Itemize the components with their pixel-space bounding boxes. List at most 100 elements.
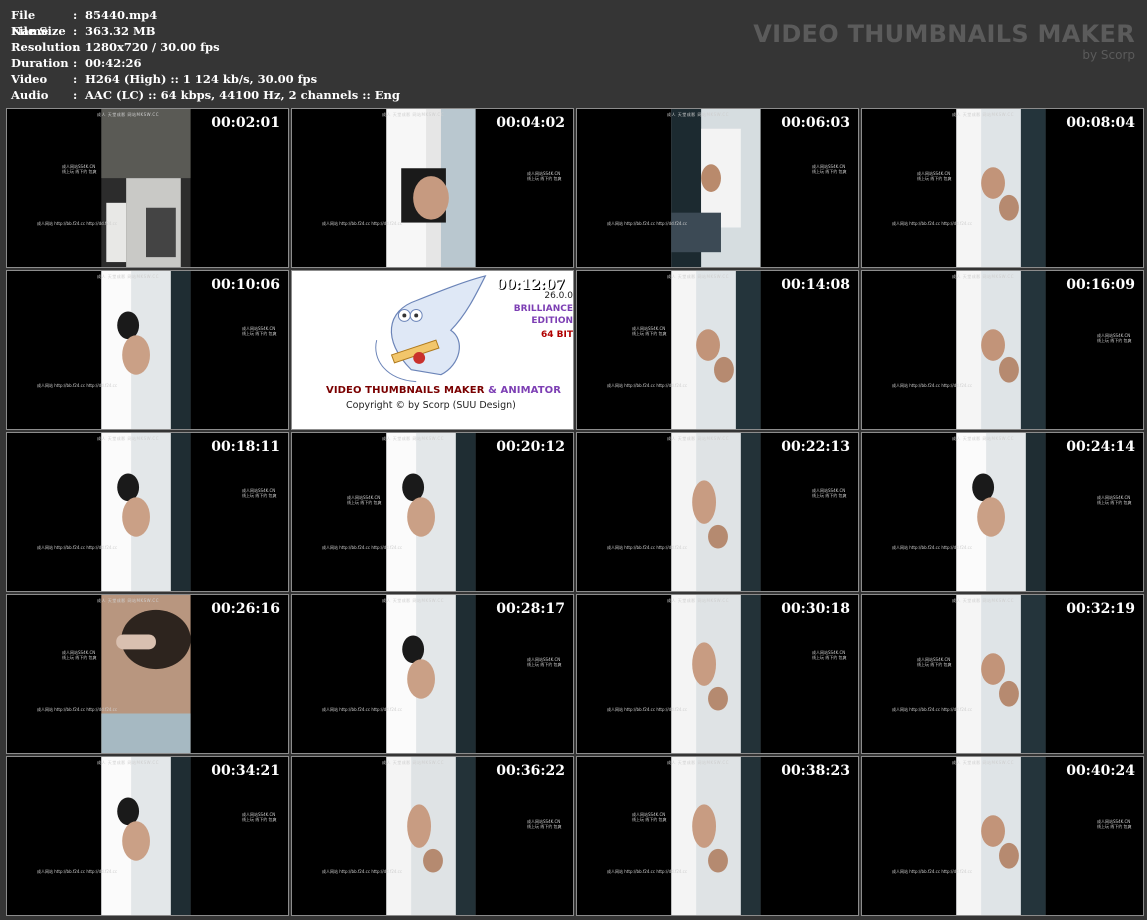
- thumbnail[interactable]: 成人 天堂成影 网站MKSW.CC 成人网站SS4K.CN 线上玩 线下约 包爽…: [6, 432, 289, 592]
- watermark-bottom: 成人网站 http://bb.f24.cc http://dd.f24.cc: [892, 545, 973, 550]
- thumbnail[interactable]: 成人 天堂成影 网站MKSW.CC 成人网站SS4K.CN 线上玩 线下约 包爽…: [861, 756, 1144, 916]
- timestamp: 00:06:03: [781, 115, 850, 131]
- watermark-top: 成人 天堂成影 网站MKSW.CC: [952, 274, 1015, 279]
- watermark-middle: 成人网站SS4K.CN 线上玩 线下约 包爽: [242, 812, 277, 822]
- thumbnail[interactable]: 成人 天堂成影 网站MKSW.CC 成人网站SS4K.CN 线上玩 线下约 包爽…: [576, 756, 859, 916]
- watermark-middle-line-2: 线上玩 线下约 包爽: [812, 493, 847, 498]
- watermark-top: 成人 天堂成影 网站MKSW.CC: [952, 760, 1015, 765]
- timestamp: 00:38:23: [781, 763, 850, 779]
- file-info-value: 85440.mp4: [85, 8, 158, 22]
- thumbnail[interactable]: 成人 天堂成影 网站MKSW.CC 成人网站SS4K.CN 线上玩 线下约 包爽…: [6, 756, 289, 916]
- video-frame: [7, 109, 288, 267]
- watermark-middle-line-2: 线上玩 线下约 包爽: [62, 655, 97, 660]
- watermark-middle: 成人网站SS4K.CN 线上玩 线下约 包爽: [1097, 819, 1132, 829]
- timestamp: 00:32:19: [1066, 601, 1135, 617]
- file-info-value: 363.32 MB: [85, 24, 156, 38]
- timestamp: 00:04:02: [496, 115, 565, 131]
- timestamp: 00:08:04: [1066, 115, 1135, 131]
- thumbnail[interactable]: 成人 天堂成影 网站MKSW.CC 成人网站SS4K.CN 线上玩 线下约 包爽…: [291, 108, 574, 268]
- file-info-value: 00:42:26: [85, 56, 142, 70]
- watermark-bottom: 成人网站 http://bb.f24.cc http://dd.f24.cc: [322, 869, 403, 874]
- timestamp: 00:26:16: [211, 601, 280, 617]
- thumbnail[interactable]: 成人 天堂成影 网站MKSW.CC 成人网站SS4K.CN 线上玩 线下约 包爽…: [291, 756, 574, 916]
- thumbnail[interactable]: 成人 天堂成影 网站MKSW.CC 成人网站SS4K.CN 线上玩 线下约 包爽…: [576, 594, 859, 754]
- file-info-row: Audio: AAC (LC) :: 64 kbps, 44100 Hz, 2 c…: [11, 87, 400, 103]
- file-info: File Name:85440.mp4 File Size:363.32 MB Re…: [11, 7, 400, 103]
- video-frame: [292, 433, 573, 591]
- watermark-top: 成人 天堂成影 网站MKSW.CC: [382, 598, 445, 603]
- video-frame: [862, 109, 1143, 267]
- thumbnail[interactable]: 成人 天堂成影 网站MKSW.CC 成人网站SS4K.CN 线上玩 线下约 包爽…: [861, 432, 1144, 592]
- file-info-label: Duration: [11, 56, 69, 70]
- logo-bitness: 64 BIT: [540, 330, 573, 340]
- watermark-top: 成人 天堂成影 网站MKSW.CC: [952, 112, 1015, 117]
- watermark-bottom: 成人网站 http://bb.f24.cc http://dd.f24.cc: [607, 707, 688, 712]
- logo-title-animator: & ANIMATOR: [484, 385, 562, 396]
- timestamp: 00:16:09: [1066, 277, 1135, 293]
- timestamp: 00:22:13: [781, 439, 850, 455]
- video-frame: [862, 757, 1143, 915]
- watermark-top: 成人 天堂成影 网站MKSW.CC: [667, 598, 730, 603]
- thumbnail[interactable]: 成人 天堂成影 网站MKSW.CC 成人网站SS4K.CN 线上玩 线下约 包爽…: [291, 432, 574, 592]
- watermark-middle-line-2: 线上玩 线下约 包爽: [527, 662, 562, 667]
- brand-subtitle: by Scorp: [1082, 48, 1135, 62]
- thumbnail[interactable]: 成人 天堂成影 网站MKSW.CC 成人网站SS4K.CN 线上玩 线下约 包爽…: [861, 594, 1144, 754]
- timestamp: 00:40:24: [1066, 763, 1135, 779]
- watermark-top: 成人 天堂成影 网站MKSW.CC: [97, 760, 160, 765]
- timestamp: 00:28:17: [496, 601, 565, 617]
- logo-edition-line-2: EDITION: [531, 316, 573, 326]
- file-info-value: H264 (High) :: 1 124 kb/s, 30.00 fps: [85, 72, 318, 86]
- thumbnail[interactable]: 成人 天堂成影 网站MKSW.CC 成人网站SS4K.CN 线上玩 线下约 包爽…: [861, 108, 1144, 268]
- watermark-middle-line-2: 线上玩 线下约 包爽: [632, 331, 667, 336]
- logo-copyright: Copyright © by Scorp (SUU Design): [346, 400, 516, 411]
- brand: VIDEO THUMBNAILS MAKER by Scorp: [753, 20, 1135, 62]
- watermark-middle-line-2: 线上玩 线下约 包爽: [812, 655, 847, 660]
- colon-separator: :: [73, 40, 78, 54]
- watermark-middle: 成人网站SS4K.CN 线上玩 线下约 包爽: [527, 657, 562, 667]
- thumbnail[interactable]: 成人 天堂成影 网站MKSW.CC 成人网站SS4K.CN 线上玩 线下约 包爽…: [6, 108, 289, 268]
- thumbnail[interactable]: 成人 天堂成影 网站MKSW.CC 成人网站SS4K.CN 线上玩 线下约 包爽…: [291, 594, 574, 754]
- file-info-row: Resolution:1280x720 / 30.00 fps: [11, 39, 400, 55]
- timestamp: 00:24:14: [1066, 439, 1135, 455]
- watermark-bottom: 成人网站 http://bb.f24.cc http://dd.f24.cc: [37, 869, 118, 874]
- video-frame: [577, 109, 858, 267]
- watermark-middle: 成人网站SS4K.CN 线上玩 线下约 包爽: [1097, 333, 1132, 343]
- timestamp: 00:34:21: [211, 763, 280, 779]
- file-info-row: Video: H264 (High) :: 1 124 kb/s, 30.00 f…: [11, 71, 400, 87]
- watermark-top: 成人 天堂成影 网站MKSW.CC: [667, 760, 730, 765]
- video-frame: [7, 271, 288, 429]
- thumbnail[interactable]: 成人 天堂成影 网站MKSW.CC 成人网站SS4K.CN 线上玩 线下约 包爽…: [6, 270, 289, 430]
- watermark-middle-line-2: 线上玩 线下约 包爽: [1097, 338, 1132, 343]
- file-info-label: File Size: [11, 24, 66, 38]
- watermark-middle: 成人网站SS4K.CN 线上玩 线下约 包爽: [242, 326, 277, 336]
- watermark-middle-line-2: 线上玩 线下约 包爽: [527, 176, 562, 181]
- thumbnail[interactable]: VIDEO THUMBNAILS MAKER & ANIMATOR Copyri…: [291, 270, 574, 430]
- file-info-value: AAC (LC) :: 64 kbps, 44100 Hz, 2 channel…: [85, 88, 400, 102]
- watermark-middle: 成人网站SS4K.CN 线上玩 线下约 包爽: [62, 650, 97, 660]
- video-frame: [577, 433, 858, 591]
- timestamp: 00:18:11: [211, 439, 280, 455]
- header: File Name:85440.mp4 File Size:363.32 MB Re…: [0, 0, 1147, 106]
- video-frame: [577, 757, 858, 915]
- thumbnail[interactable]: 成人 天堂成影 网站MKSW.CC 成人网站SS4K.CN 线上玩 线下约 包爽…: [576, 432, 859, 592]
- logo-edition-line-1: BRILLIANCE: [513, 304, 573, 314]
- watermark-top: 成人 天堂成影 网站MKSW.CC: [382, 436, 445, 441]
- watermark-top: 成人 天堂成影 网站MKSW.CC: [382, 760, 445, 765]
- timestamp: 00:12:07: [496, 277, 565, 293]
- watermark-middle-line-2: 线上玩 线下约 包爽: [242, 493, 277, 498]
- thumbnail[interactable]: 成人 天堂成影 网站MKSW.CC 成人网站SS4K.CN 线上玩 线下约 包爽…: [861, 270, 1144, 430]
- watermark-top: 成人 天堂成影 网站MKSW.CC: [667, 112, 730, 117]
- thumbnail[interactable]: 成人 天堂成影 网站MKSW.CC 成人网站SS4K.CN 线上玩 线下约 包爽…: [576, 108, 859, 268]
- video-frame: [7, 433, 288, 591]
- thumbnail[interactable]: 成人 天堂成影 网站MKSW.CC 成人网站SS4K.CN 线上玩 线下约 包爽…: [6, 594, 289, 754]
- brand-title: VIDEO THUMBNAILS MAKER: [753, 20, 1135, 48]
- thumbnail[interactable]: 成人 天堂成影 网站MKSW.CC 成人网站SS4K.CN 线上玩 线下约 包爽…: [576, 270, 859, 430]
- watermark-middle: 成人网站SS4K.CN 线上玩 线下约 包爽: [347, 495, 382, 505]
- video-frame: [292, 757, 573, 915]
- watermark-middle-line-2: 线上玩 线下约 包爽: [242, 817, 277, 822]
- timestamp: 00:10:06: [211, 277, 280, 293]
- file-info-label: Video: [11, 72, 48, 86]
- watermark-middle: 成人网站SS4K.CN 线上玩 线下约 包爽: [1097, 495, 1132, 505]
- video-frame: [7, 757, 288, 915]
- watermark-bottom: 成人网站 http://bb.f24.cc http://dd.f24.cc: [37, 383, 118, 388]
